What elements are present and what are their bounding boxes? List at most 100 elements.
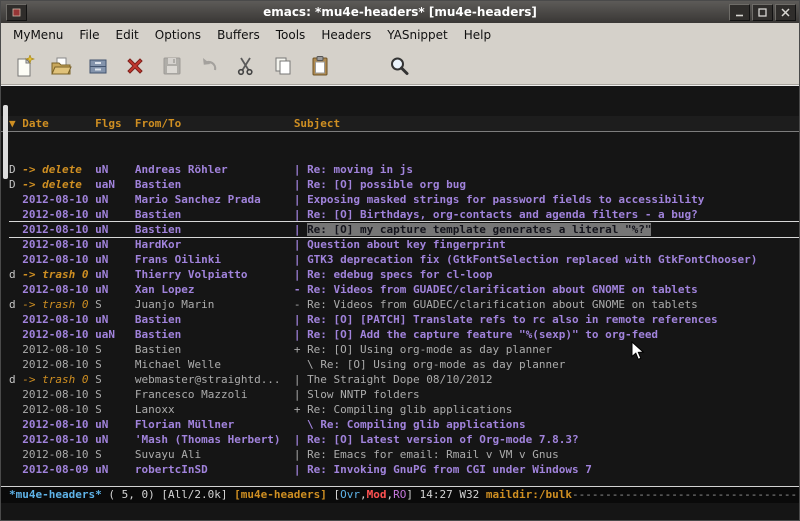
menu-item-help[interactable]: Help <box>456 25 499 45</box>
message-row[interactable]: d -> trash 0 uN Thierry Volpiatto | Re: … <box>9 267 799 282</box>
from: Mario Sanchez Prada <box>135 193 294 206</box>
dired-button[interactable] <box>83 52 113 80</box>
message-row[interactable]: 2012-08-10 S Michael Welle \ Re: [O] Usi… <box>9 357 799 372</box>
message-row[interactable]: D -> delete uN Andreas Röhler | Re: movi… <box>9 162 799 177</box>
message-row[interactable]: 2012-08-10 uN Bastien | Re: [O] Birthday… <box>9 207 799 222</box>
date: -> trash 0 <box>22 373 95 386</box>
date: 2012-08-10 <box>22 433 95 446</box>
date: -> trash 0 <box>22 268 95 281</box>
vertical-scrollbar[interactable] <box>2 103 9 486</box>
open-file-button[interactable] <box>46 52 76 80</box>
thread-indicator: | <box>294 163 307 176</box>
message-row[interactable]: 2012-08-10 uN Florian Müllner \ Re: Comp… <box>9 417 799 432</box>
message-row[interactable]: 2012-08-10 uN 'Mash (Thomas Herbert) | R… <box>9 432 799 447</box>
cut-button[interactable] <box>231 52 261 80</box>
modeline-segment: RO <box>393 488 406 501</box>
message-row[interactable]: 2012-08-10 uN HardKor | Question about k… <box>9 237 799 252</box>
search-icon <box>388 55 410 77</box>
date: 2012-08-10 <box>22 358 95 371</box>
mark <box>9 463 22 476</box>
menu-bar: MyMenuFileEditOptionsBuffersToolsHeaders… <box>1 23 799 47</box>
mark: D <box>9 178 22 191</box>
subject: Re: moving in js <box>307 163 413 176</box>
menu-item-edit[interactable]: Edit <box>108 25 147 45</box>
scrollbar-thumb[interactable] <box>3 105 8 179</box>
copy-button[interactable] <box>268 52 298 80</box>
date: 2012-08-10 <box>22 448 95 461</box>
search-button[interactable] <box>384 52 414 80</box>
menu-item-mymenu[interactable]: MyMenu <box>5 25 71 45</box>
menu-item-tools[interactable]: Tools <box>268 25 314 45</box>
mark <box>9 238 22 251</box>
subject: Re: Invoking GnuPG from CGI under Window… <box>307 463 592 476</box>
message-row[interactable]: 2012-08-10 S Lanoxx + Re: Compiling glib… <box>9 402 799 417</box>
modeline-segment: , <box>360 488 367 501</box>
subject: Slow NNTP folders <box>307 388 420 401</box>
paste-button[interactable] <box>305 52 335 80</box>
cut-icon <box>235 55 257 77</box>
new-file-button[interactable] <box>9 52 39 80</box>
date: 2012-08-10 <box>22 388 95 401</box>
modeline-segment: 14:27 W32 <box>420 488 486 501</box>
mark: D <box>9 163 22 176</box>
thread-indicator: - <box>294 298 307 311</box>
flags: uaN <box>95 178 135 191</box>
kill-buffer-button[interactable] <box>120 52 150 80</box>
subject: Re: [O] Using org-mode as day planner <box>320 358 565 371</box>
message-row[interactable]: d -> trash 0 S Juanjo Marin - Re: Videos… <box>9 297 799 312</box>
from: Bastien <box>135 343 294 356</box>
flags: uN <box>95 433 135 446</box>
mark <box>9 448 22 461</box>
echo-area[interactable] <box>1 503 799 520</box>
message-row[interactable]: 2012-08-10 uN Xan Lopez - Re: Videos fro… <box>9 282 799 297</box>
mode-line[interactable]: *mu4e-headers* ( 5, 0) [All/2.0k] [mu4e-… <box>1 486 799 503</box>
mark <box>9 253 22 266</box>
date: 2012-08-10 <box>22 283 95 296</box>
menu-item-headers[interactable]: Headers <box>313 25 379 45</box>
from: Suvayu Ali <box>135 448 294 461</box>
subject: Re: [O] Add the capture feature "%(sexp)… <box>307 328 658 341</box>
message-row[interactable]: 2012-08-10 uN Frans Oilinki | GTK3 depre… <box>9 252 799 267</box>
flags: S <box>95 373 135 386</box>
menu-item-buffers[interactable]: Buffers <box>209 25 268 45</box>
from: Lanoxx <box>135 403 294 416</box>
flags: S <box>95 298 135 311</box>
title-bar[interactable]: emacs: *mu4e-headers* [mu4e-headers] <box>1 1 799 23</box>
header-col-flags: Flgs <box>95 117 135 130</box>
date: -> trash 0 <box>22 298 95 311</box>
minimize-icon <box>735 8 744 17</box>
flags: uN <box>95 283 135 296</box>
undo-button[interactable] <box>194 52 224 80</box>
headers-buffer[interactable]: ▼ Date Flgs From/To Subject D -> delete … <box>1 86 799 486</box>
menu-item-yasnippet[interactable]: YASnippet <box>379 25 456 45</box>
mark <box>9 313 22 326</box>
save-button[interactable] <box>157 52 187 80</box>
mark <box>9 328 22 341</box>
message-row[interactable]: 2012-08-10 S Bastien + Re: [O] Using org… <box>9 342 799 357</box>
from: Andreas Röhler <box>135 163 294 176</box>
message-row[interactable]: 2012-08-10 S Francesco Mazzoli | Slow NN… <box>9 387 799 402</box>
emacs-window: emacs: *mu4e-headers* [mu4e-headers] MyM… <box>0 0 800 521</box>
close-button[interactable] <box>775 4 796 21</box>
from: Bastien <box>135 328 294 341</box>
message-row[interactable]: 2012-08-10 uN Bastien | Re: [O] my captu… <box>9 222 799 237</box>
message-row[interactable]: 2012-08-10 uaN Bastien | Re: [O] Add the… <box>9 327 799 342</box>
message-row[interactable]: d -> trash 0 S webmaster@straightd... | … <box>9 372 799 387</box>
minimize-button[interactable] <box>729 4 750 21</box>
menu-item-file[interactable]: File <box>71 25 107 45</box>
modeline-segment: [mu4e-headers] <box>234 488 327 501</box>
date: 2012-08-10 <box>22 193 95 206</box>
mark: d <box>9 298 22 311</box>
window-menu-button[interactable] <box>6 4 27 21</box>
message-row[interactable]: D -> delete uaN Bastien | Re: [O] possib… <box>9 177 799 192</box>
message-row[interactable]: 2012-08-09 uN robertcInSD | Re: Invoking… <box>9 462 799 477</box>
subject: Re: [O] my capture template generates a … <box>307 223 651 236</box>
thread-indicator: | <box>294 223 307 236</box>
message-row[interactable]: 2012-08-10 uN Bastien | Re: [O] [PATCH] … <box>9 312 799 327</box>
flags: S <box>95 343 135 356</box>
message-row[interactable]: 2012-08-10 S Suvayu Ali | Re: Emacs for … <box>9 447 799 462</box>
menu-item-options[interactable]: Options <box>147 25 209 45</box>
message-row[interactable]: 2012-08-10 uN Mario Sanchez Prada | Expo… <box>9 192 799 207</box>
modeline-segment: ] <box>406 488 419 501</box>
maximize-button[interactable] <box>752 4 773 21</box>
